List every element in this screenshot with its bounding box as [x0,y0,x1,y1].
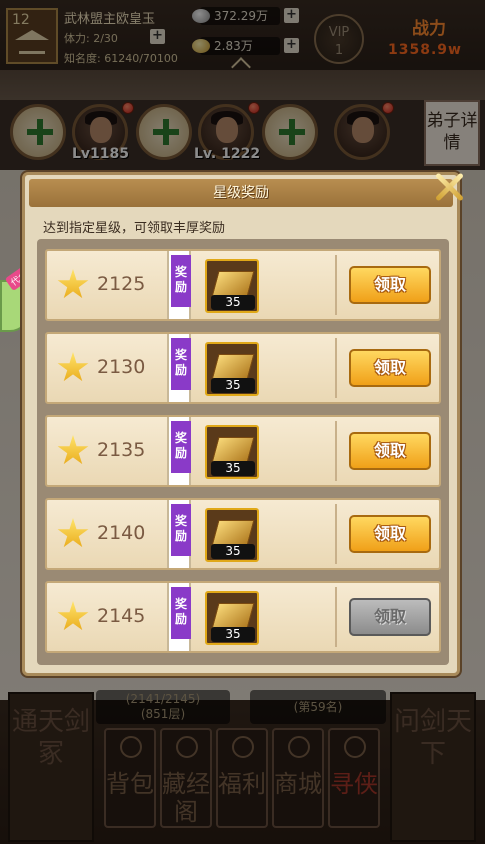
star-icon [57,352,89,382]
divider [335,255,337,315]
star-reward-dialog: 星级奖励 达到指定星级，可领取丰厚奖励 2125 奖励 35 领取 2130 奖… [22,172,460,676]
reward-row: 2140 奖励 35 领取 [45,498,441,570]
reward-tag: 奖励 [167,500,191,568]
reward-tag: 奖励 [167,583,191,651]
item-quantity: 35 [211,544,255,559]
scroll-book-icon [211,354,255,380]
scroll-book-icon [211,437,255,463]
star-requirement: 2125 [97,273,146,295]
item-quantity: 35 [211,461,255,476]
reward-tag-label: 奖励 [171,255,191,307]
star-requirement: 2145 [97,605,146,627]
scroll-book-icon [211,271,255,297]
claim-button[interactable]: 领取 [349,432,431,470]
claim-button[interactable]: 领取 [349,266,431,304]
item-quantity: 35 [211,295,255,310]
dialog-subtitle: 达到指定星级，可领取丰厚奖励 [43,221,226,236]
scroll-book-icon [211,603,255,629]
reward-tag-label: 奖励 [171,338,191,390]
divider [335,587,337,647]
reward-list: 2125 奖励 35 领取 2130 奖励 35 领取 2135 奖励 35 领… [37,239,449,665]
scroll-book-icon [211,520,255,546]
reward-tag: 奖励 [167,417,191,485]
claim-button-disabled: 领取 [349,598,431,636]
reward-item[interactable]: 35 [205,342,259,396]
star-requirement: 2135 [97,439,146,461]
reward-item[interactable]: 35 [205,425,259,479]
reward-row: 2130 奖励 35 领取 [45,332,441,404]
claim-button[interactable]: 领取 [349,349,431,387]
divider [335,421,337,481]
claim-button[interactable]: 领取 [349,515,431,553]
reward-tag-label: 奖励 [171,421,191,473]
reward-row: 2145 奖励 35 领取 [45,581,441,653]
reward-row: 2125 奖励 35 领取 [45,249,441,321]
star-requirement: 2130 [97,356,146,378]
item-quantity: 35 [211,627,255,642]
close-icon[interactable] [429,167,469,207]
divider [335,504,337,564]
reward-item[interactable]: 35 [205,259,259,313]
item-quantity: 35 [211,378,255,393]
reward-tag-label: 奖励 [171,587,191,639]
reward-row: 2135 奖励 35 领取 [45,415,441,487]
reward-tag: 奖励 [167,334,191,402]
divider [335,338,337,398]
star-icon [57,601,89,631]
star-icon [57,518,89,548]
dialog-titlebar: 星级奖励 [29,179,453,207]
dialog-title: 星级奖励 [213,185,269,201]
star-icon [57,269,89,299]
reward-item[interactable]: 35 [205,508,259,562]
reward-item[interactable]: 35 [205,591,259,645]
reward-tag: 奖励 [167,251,191,319]
star-requirement: 2140 [97,522,146,544]
reward-tag-label: 奖励 [171,504,191,556]
star-icon [57,435,89,465]
